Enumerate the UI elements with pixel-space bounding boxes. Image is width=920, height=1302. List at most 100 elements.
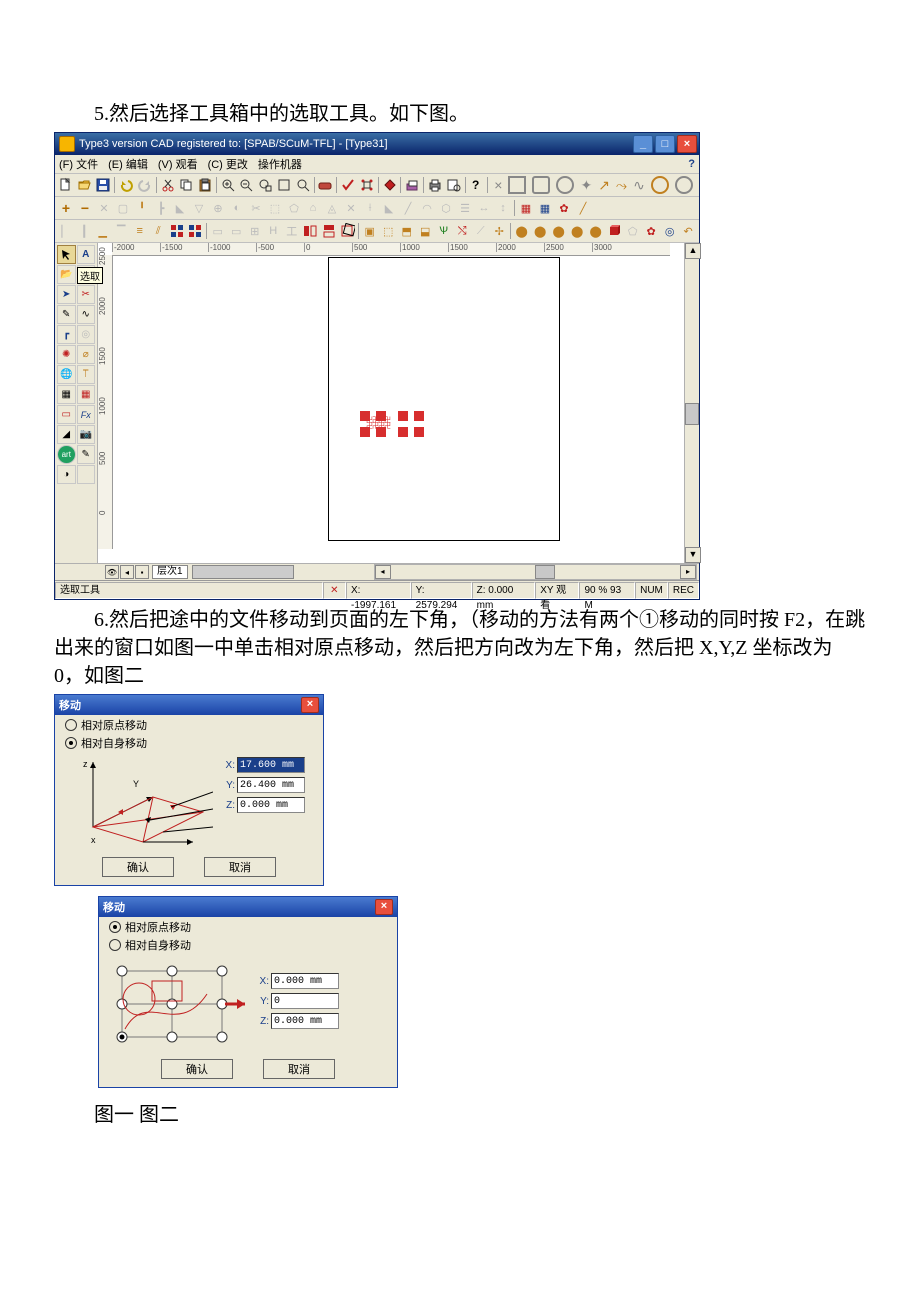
- zoom-out-icon[interactable]: [238, 176, 256, 194]
- pen-tool-icon[interactable]: ➤: [57, 285, 76, 304]
- curve-tool-icon[interactable]: ∿: [77, 305, 96, 324]
- x-input[interactable]: [237, 757, 305, 773]
- radio-self-row[interactable]: 相对自身移动: [109, 937, 387, 953]
- cancel-button[interactable]: 取消: [204, 857, 276, 877]
- tool-e4-icon[interactable]: ↶: [679, 222, 697, 240]
- eye-icon[interactable]: 👁: [105, 565, 119, 579]
- tool-d1-icon[interactable]: ▣: [361, 222, 379, 240]
- radio-self-row[interactable]: 相对自身移动: [65, 735, 313, 751]
- align-center-icon[interactable]: ▕▏: [76, 222, 94, 240]
- tool-a20-icon[interactable]: ◠: [418, 199, 436, 217]
- minimize-button[interactable]: _: [633, 135, 653, 153]
- menu-change[interactable]: (C) 更改: [208, 156, 248, 172]
- layer-tab[interactable]: 层次1: [152, 565, 188, 579]
- cut-icon[interactable]: [159, 176, 177, 194]
- tool-a12-icon[interactable]: ⬚: [266, 199, 284, 217]
- circle-alt-icon[interactable]: [651, 176, 669, 194]
- tool-a9-icon[interactable]: ⊕: [209, 199, 227, 217]
- align-top-icon[interactable]: ▔: [113, 222, 131, 240]
- radio-self[interactable]: [65, 737, 77, 749]
- nodes-icon[interactable]: [358, 176, 376, 194]
- tool-a18-icon[interactable]: ◣: [380, 199, 398, 217]
- grid-tool-icon[interactable]: ▦: [77, 385, 96, 404]
- tool-d5-icon[interactable]: Ѱ: [435, 222, 453, 240]
- tool-a8-icon[interactable]: ▽: [190, 199, 208, 217]
- scroll-up-icon[interactable]: ▲: [685, 243, 701, 259]
- close-button[interactable]: ×: [677, 135, 697, 153]
- zoom-prev-icon[interactable]: [294, 176, 312, 194]
- wave-icon[interactable]: ∿: [633, 177, 645, 194]
- plus-icon[interactable]: +: [57, 199, 75, 217]
- radio-origin[interactable]: [109, 921, 121, 933]
- horizontal-scrollbar[interactable]: ◂ ▸: [374, 564, 697, 580]
- tool-a7-icon[interactable]: ◣: [171, 199, 189, 217]
- flip-h-icon[interactable]: [301, 222, 319, 240]
- maximize-button[interactable]: □: [655, 135, 675, 153]
- scroll-right-icon[interactable]: ▸: [680, 565, 696, 579]
- minus-icon[interactable]: −: [76, 199, 94, 217]
- select-tool-icon[interactable]: [57, 245, 76, 264]
- corner-tool-icon[interactable]: ┏: [57, 325, 76, 344]
- align-v-icon[interactable]: ≡: [131, 222, 149, 240]
- tool-d7-icon[interactable]: ⟋: [472, 222, 490, 240]
- tool-a3-icon[interactable]: ✕: [95, 199, 113, 217]
- canvas-area[interactable]: -2000-1500-1000-500050010001500200025003…: [98, 243, 684, 563]
- tool-a17-icon[interactable]: ⟊: [361, 199, 379, 217]
- machine-icon[interactable]: [316, 176, 334, 194]
- rect-tool-icon[interactable]: ▭: [57, 405, 76, 424]
- diamond-icon[interactable]: ✦: [580, 177, 592, 194]
- tool-a19-icon[interactable]: ╱: [399, 199, 417, 217]
- flip-v-icon[interactable]: [320, 222, 338, 240]
- open-tool-icon[interactable]: 📂: [57, 265, 76, 284]
- tool-d8-icon[interactable]: ✢: [490, 222, 508, 240]
- dialog-close-button[interactable]: ×: [375, 899, 393, 915]
- zoom-select-icon[interactable]: [256, 176, 274, 194]
- target-tool-icon[interactable]: ◎: [77, 325, 96, 344]
- grid-blue-icon[interactable]: ▦: [536, 199, 554, 217]
- grid2-icon[interactable]: [187, 222, 205, 240]
- vscroll-thumb[interactable]: [685, 403, 699, 425]
- text-tool-icon[interactable]: A: [77, 245, 96, 264]
- drop2-icon[interactable]: ⬤: [531, 222, 549, 240]
- rotate-icon[interactable]: [338, 222, 356, 240]
- scroll-left-icon[interactable]: ◂: [375, 565, 391, 579]
- tool-d6-icon[interactable]: ⤭: [453, 222, 471, 240]
- open-file-icon[interactable]: [76, 176, 94, 194]
- tool-a21-icon[interactable]: ⬡: [437, 199, 455, 217]
- radio-origin-row[interactable]: 相对原点移动: [65, 717, 313, 733]
- circle-icon[interactable]: [675, 176, 693, 194]
- tool-c1-icon[interactable]: ▭: [209, 222, 227, 240]
- tool-a23-icon[interactable]: ↔: [475, 199, 493, 217]
- scissors-tool-icon[interactable]: ✂: [77, 285, 96, 304]
- hscroll-thumb[interactable]: [535, 565, 555, 579]
- menu-view[interactable]: (V) 观看: [158, 156, 198, 172]
- scroll-down-icon[interactable]: ▼: [685, 547, 701, 563]
- zoom-in-icon[interactable]: [219, 176, 237, 194]
- cancel-button[interactable]: 取消: [263, 1059, 335, 1079]
- tool-a13-icon[interactable]: ⬠: [285, 199, 303, 217]
- y-input[interactable]: [271, 993, 339, 1009]
- pencil-tool-icon[interactable]: ✎: [77, 445, 96, 464]
- tool-a16-icon[interactable]: ✕: [342, 199, 360, 217]
- prev-layer-icon[interactable]: ◂: [120, 565, 134, 579]
- tool-a11-icon[interactable]: ✂: [247, 199, 265, 217]
- palette-icon[interactable]: ▪: [135, 565, 149, 579]
- tool-a15-icon[interactable]: ◬: [323, 199, 341, 217]
- print-icon[interactable]: [426, 176, 444, 194]
- redo-icon[interactable]: [136, 176, 154, 194]
- rounded-square-icon[interactable]: [532, 176, 550, 194]
- tool-e3-icon[interactable]: ◎: [661, 222, 679, 240]
- check-icon[interactable]: [339, 176, 357, 194]
- fill-tool-icon[interactable]: ◑: [57, 465, 76, 484]
- undo-icon[interactable]: [117, 176, 135, 194]
- drop1-icon[interactable]: ⬤: [513, 222, 531, 240]
- tool-a22-icon[interactable]: ☰: [456, 199, 474, 217]
- tool-a14-icon[interactable]: ⌂: [304, 199, 322, 217]
- curve-icon[interactable]: ⤳: [616, 177, 627, 194]
- tool-c3-icon[interactable]: ⊞: [246, 222, 264, 240]
- tool-bucket-icon[interactable]: [381, 176, 399, 194]
- help-icon[interactable]: ?: [468, 176, 486, 194]
- tool-c4-icon[interactable]: H: [264, 222, 282, 240]
- tool-d2-icon[interactable]: ⬚: [379, 222, 397, 240]
- z-input[interactable]: [271, 1013, 339, 1029]
